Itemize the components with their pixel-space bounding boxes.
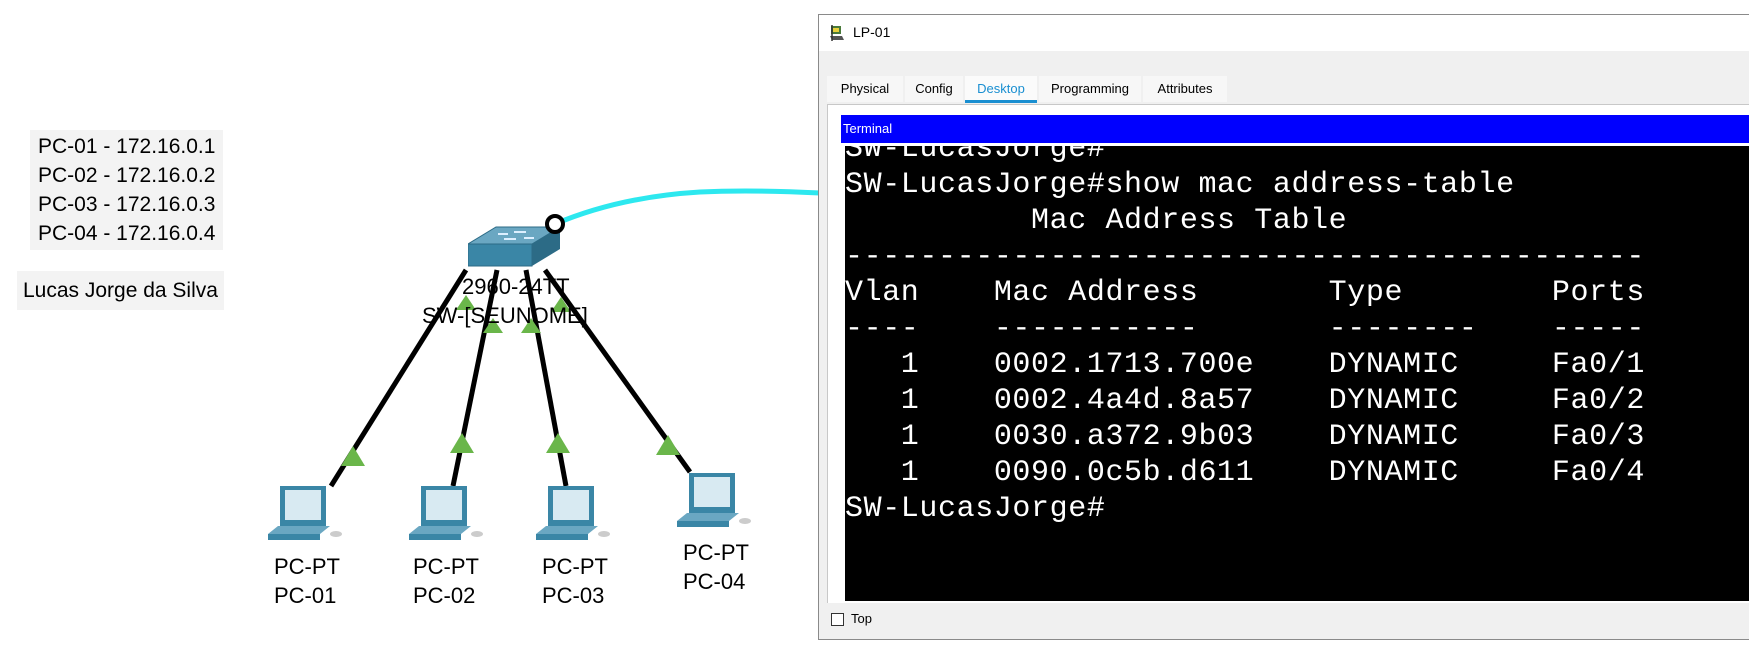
terminal-line: 1 0002.4a4d.8a57 DYNAMIC Fa0/2: [845, 384, 1645, 418]
link-up-indicator: [450, 433, 474, 453]
terminal-line: Vlan Mac Address Type Ports: [845, 276, 1645, 310]
terminal-line: 1 0090.0c5b.d611 DYNAMIC Fa0/4: [845, 456, 1645, 490]
device-window[interactable]: LP-01 Physical Config Desktop Programmin…: [818, 14, 1749, 640]
terminal-line: ---- ----------- -------- -----: [845, 312, 1645, 346]
terminal-line: ----------------------------------------…: [845, 240, 1645, 274]
pc-model-label: PC-PT: [413, 554, 479, 579]
switch-name-label: SW-[SEUNOME]: [422, 303, 588, 328]
top-checkbox[interactable]: [831, 613, 844, 626]
pc-name-label: PC-03: [542, 583, 605, 608]
window-title: LP-01: [853, 24, 891, 40]
terminal-line: SW-LucasJorge#: [845, 492, 1106, 526]
pc-name-label: PC-01: [274, 583, 337, 608]
terminal-line: Mac Address Table: [845, 204, 1348, 238]
terminal-lines: SW-LucasJorge# SW-LucasJorge#show mac ad…: [845, 146, 1645, 527]
window-bottom-bar: Top: [819, 603, 1749, 639]
terminal-line: 1 0030.a372.9b03 DYNAMIC Fa0/3: [845, 420, 1645, 454]
terminal-title-bar: Terminal: [841, 115, 1749, 143]
pc-model-label: PC-PT: [683, 540, 749, 565]
tab-desktop[interactable]: Desktop: [965, 76, 1037, 103]
link-up-indicator: [341, 446, 365, 466]
ip-note-line: PC-02 - 172.16.0.2: [38, 164, 216, 187]
tab-config[interactable]: Config: [905, 76, 963, 102]
pc-device[interactable]: [536, 484, 616, 548]
tab-programming[interactable]: Programming: [1039, 76, 1141, 102]
ip-note-line: PC-03 - 172.16.0.3: [38, 193, 216, 216]
terminal-line: 1 0002.1713.700e DYNAMIC Fa0/1: [845, 348, 1645, 382]
top-checkbox-label: Top: [851, 611, 872, 626]
pc-model-label: PC-PT: [542, 554, 608, 579]
window-titlebar[interactable]: LP-01: [819, 15, 1749, 51]
ip-address-note[interactable]: PC-01 - 172.16.0.1 PC-02 - 172.16.0.2 PC…: [30, 130, 224, 250]
switch-icon[interactable]: [468, 212, 568, 276]
pc-name-label: PC-04: [683, 569, 746, 594]
link-up-indicator: [546, 433, 570, 453]
pc-device[interactable]: [409, 484, 489, 548]
tab-physical[interactable]: Physical: [827, 76, 903, 102]
pc-device[interactable]: [677, 471, 757, 535]
terminal-line: SW-LucasJorge#show mac address-table: [845, 168, 1515, 202]
link-up-indicator: [656, 435, 680, 455]
pc-device[interactable]: [268, 484, 348, 548]
pc-model-label: PC-PT: [274, 554, 340, 579]
console-cable[interactable]: [554, 188, 821, 227]
ip-note-line: PC-04 - 172.16.0.4: [38, 222, 216, 245]
switch-model-label: 2960-24TT: [462, 274, 570, 299]
pc-icon: [536, 486, 610, 540]
ip-note-line: PC-01 - 172.16.0.1: [38, 135, 216, 158]
pc-icon: [677, 473, 751, 527]
tab-attributes[interactable]: Attributes: [1143, 76, 1227, 102]
terminal-output[interactable]: SW-LucasJorge# SW-LucasJorge#show mac ad…: [845, 146, 1749, 601]
pc-icon: [409, 486, 483, 540]
pc-name-label: PC-02: [413, 583, 476, 608]
laptop-app-icon: [830, 25, 844, 41]
terminal-line: SW-LucasJorge#: [845, 146, 1106, 166]
pc-icon: [268, 486, 342, 540]
author-note[interactable]: Lucas Jorge da Silva: [17, 271, 224, 310]
